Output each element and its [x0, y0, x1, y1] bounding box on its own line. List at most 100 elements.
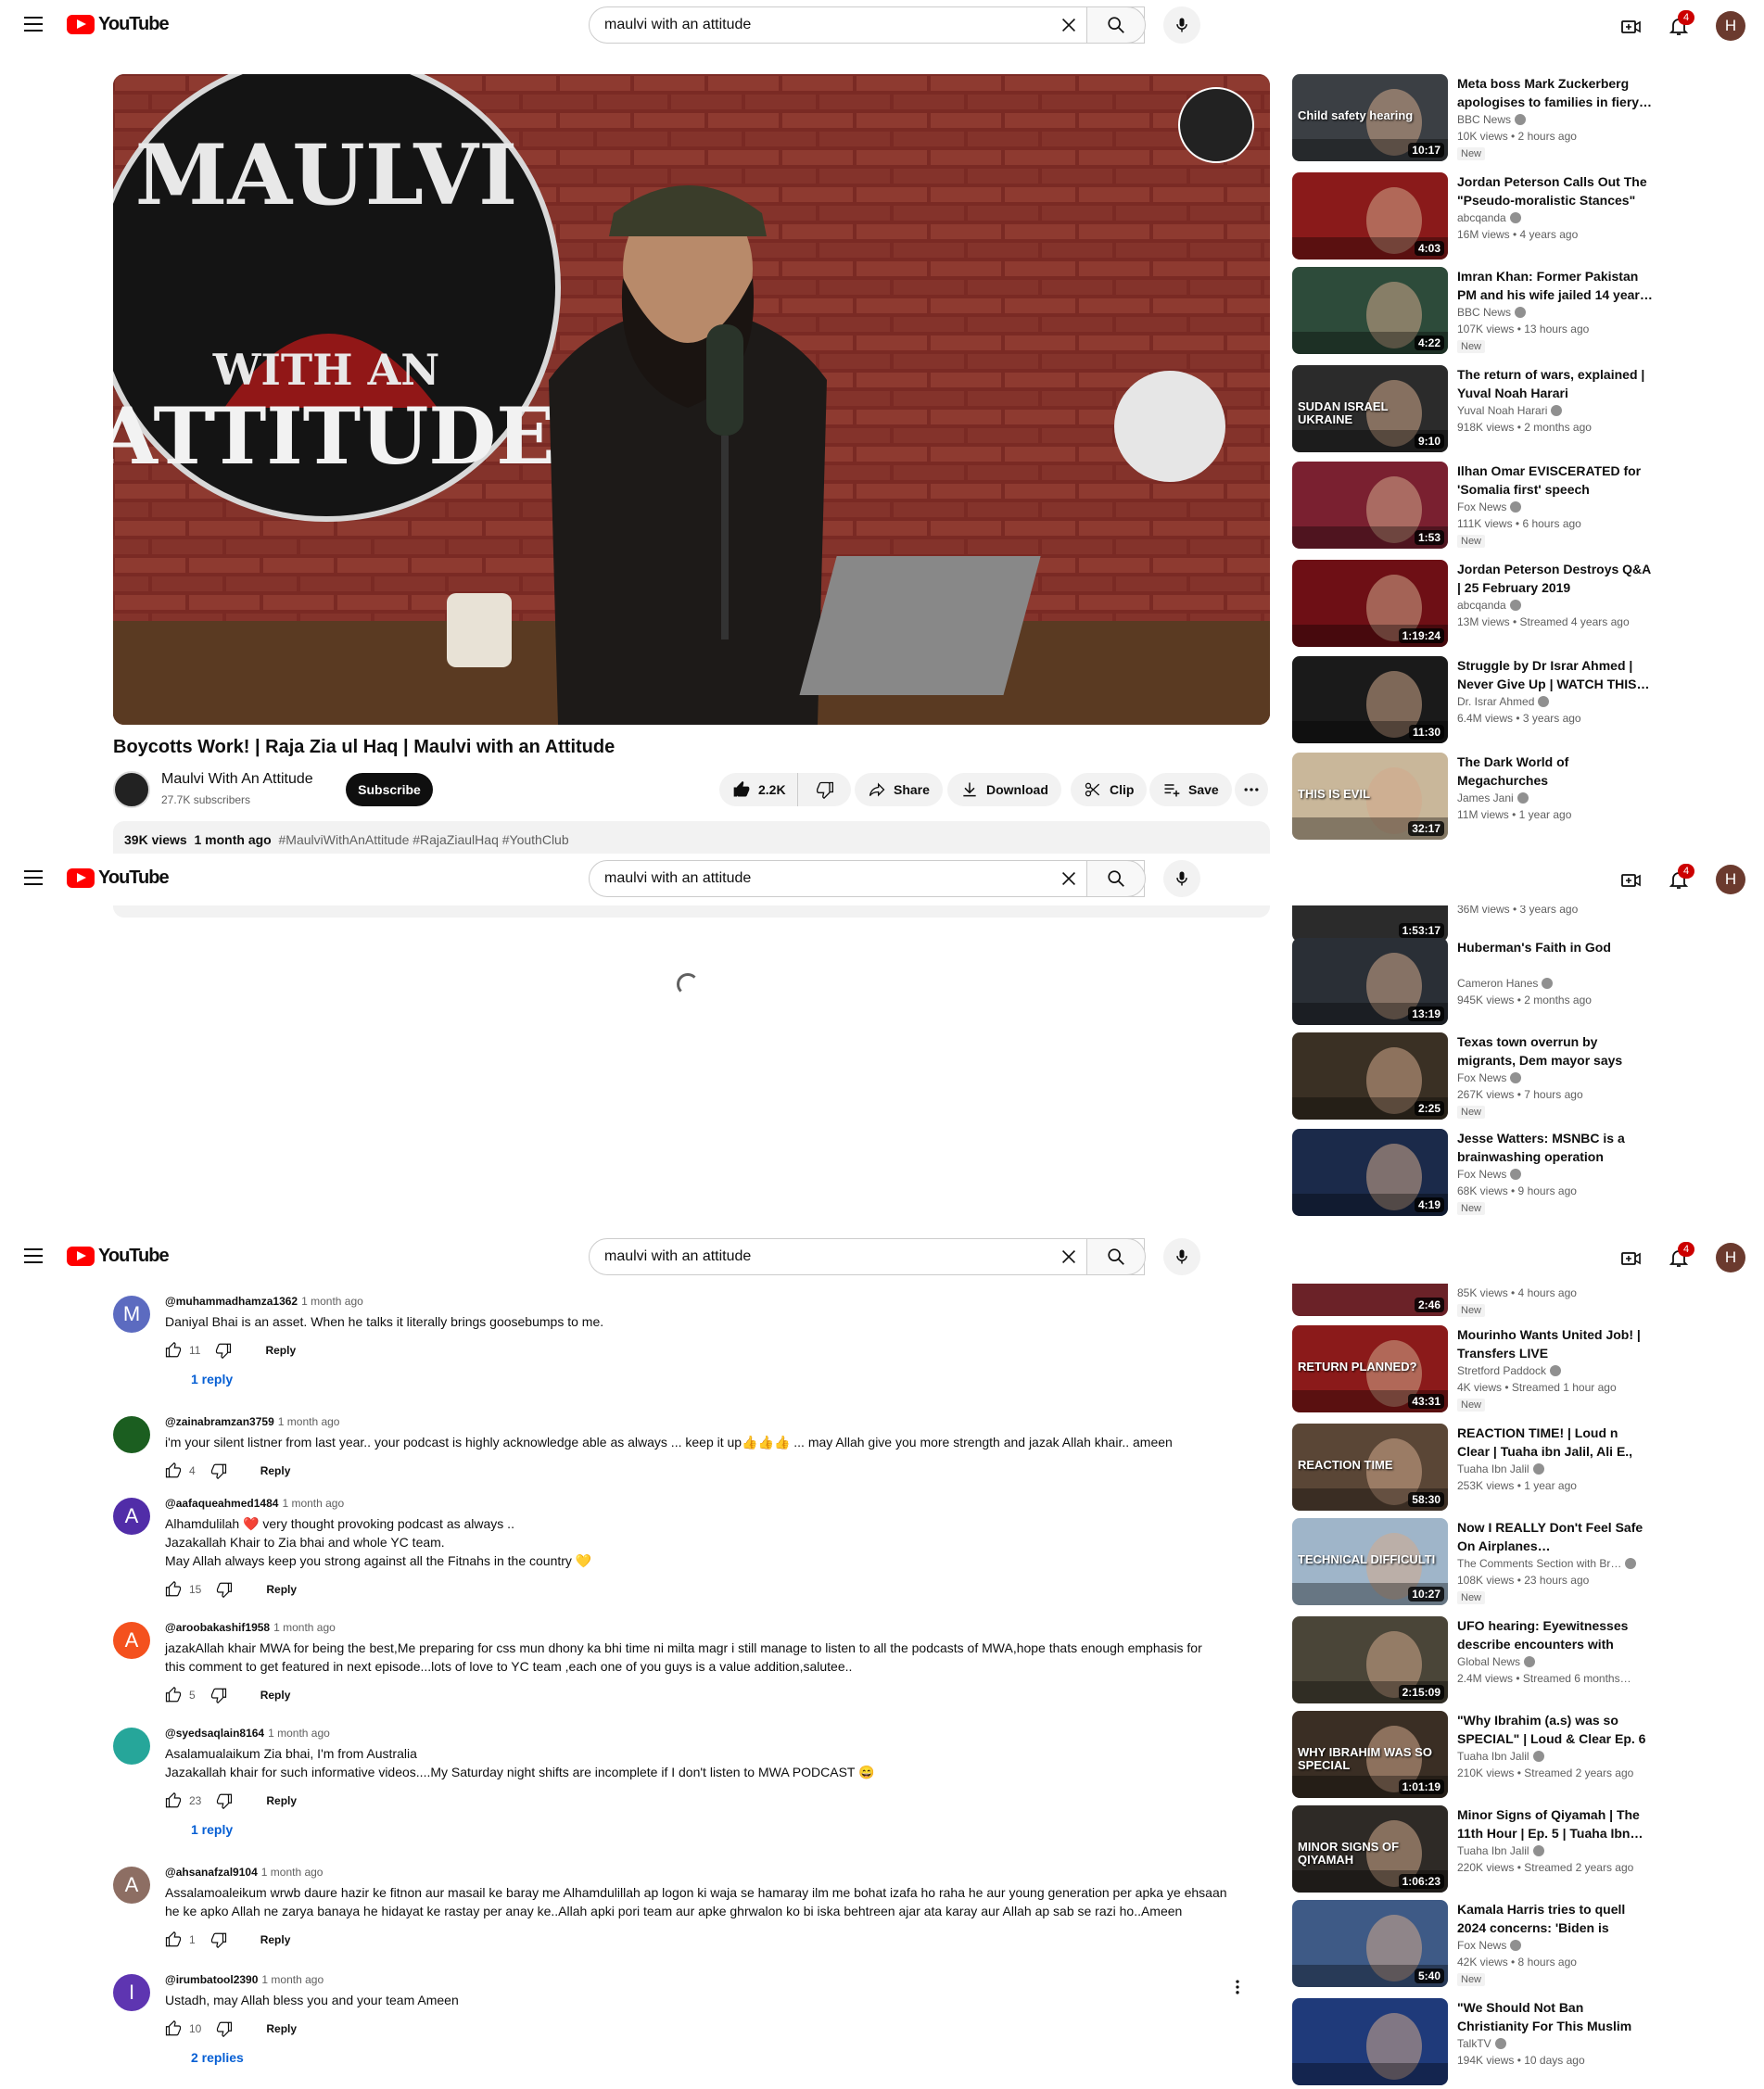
recommended-video[interactable]: 13:19 Huberman's Faith in God Cameron Ha…	[1292, 938, 1756, 1029]
video-thumbnail[interactable]: Child safety hearing 10:17	[1292, 74, 1448, 161]
comment-avatar[interactable]: A	[113, 1498, 150, 1535]
recommended-channel[interactable]: BBC News	[1457, 306, 1654, 319]
recommended-title[interactable]: Meta boss Mark Zuckerberg apologises to …	[1457, 74, 1654, 111]
comment-author[interactable]: @irumbatool2390 1 month ago	[165, 1972, 324, 1986]
video-thumbnail[interactable]: 1:19:24	[1292, 560, 1448, 647]
recommended-title[interactable]: The return of wars, explained | Yuval No…	[1457, 365, 1654, 402]
recommended-channel[interactable]: Stretford Paddock	[1457, 1364, 1654, 1377]
thumb-down-icon[interactable]	[210, 1687, 227, 1703]
recommended-video[interactable]: MINOR SIGNS OF QIYAMAH 1:06:23 Minor Sig…	[1292, 1805, 1756, 1896]
recommended-video[interactable]: 4:03 Jordan Peterson Calls Out The "Pseu…	[1292, 172, 1756, 263]
recommended-video[interactable]: 4:22 Imran Khan: Former Pakistan PM and …	[1292, 267, 1756, 358]
recommended-channel[interactable]: abcqanda	[1457, 211, 1654, 224]
account-avatar[interactable]: H	[1716, 11, 1745, 41]
recommended-title[interactable]: Struggle by Dr Israr Ahmed | Never Give …	[1457, 656, 1654, 693]
clear-search-icon[interactable]	[1059, 15, 1079, 35]
thumb-up-icon[interactable]	[165, 1462, 182, 1479]
clear-search-icon[interactable]	[1059, 1247, 1079, 1267]
thumb-up-icon[interactable]	[165, 1931, 182, 1948]
save-button[interactable]: Save	[1149, 773, 1232, 806]
youtube-logo[interactable]: YouTube	[67, 867, 170, 889]
recommended-video[interactable]: 1:19:24 Jordan Peterson Destroys Q&A | 2…	[1292, 560, 1756, 651]
voice-search-button[interactable]	[1163, 1238, 1200, 1275]
recommended-title[interactable]: Jordan Peterson Destroys Q&A | 25 Februa…	[1457, 560, 1654, 597]
video-thumbnail[interactable]: 1:53:17	[1292, 901, 1448, 942]
view-replies-button[interactable]: 2 replies	[191, 2050, 244, 2065]
account-avatar[interactable]: H	[1716, 865, 1745, 894]
recommended-title[interactable]: The Dark World of Megachurches	[1457, 753, 1654, 790]
video-thumbnail[interactable]: 4:03	[1292, 172, 1448, 260]
recommended-title[interactable]: Mourinho Wants United Job! | Transfers L…	[1457, 1325, 1654, 1362]
recommended-channel[interactable]: Tuaha Ibn Jalil	[1457, 1462, 1654, 1475]
recommended-video[interactable]: 2:15:09 UFO hearing: Eyewitnesses descri…	[1292, 1616, 1756, 1707]
voice-search-button[interactable]	[1163, 860, 1200, 897]
video-thumbnail[interactable]: WHY IBRAHIM WAS SO SPECIAL 1:01:19	[1292, 1711, 1448, 1798]
recommended-video[interactable]: REACTION TIME 58:30 REACTION TIME! | Lou…	[1292, 1424, 1756, 1514]
hashtags[interactable]: #MaulviWithAnAttitude #RajaZiaulHaq #You…	[279, 832, 569, 847]
clear-search-icon[interactable]	[1059, 868, 1079, 889]
recommended-video[interactable]: SUDAN ISRAEL UKRAINE 9:10 The return of …	[1292, 365, 1756, 456]
video-player[interactable]: MAULVI WITH AN ATTITUDE	[113, 74, 1270, 725]
recommended-video[interactable]: 5:40 Kamala Harris tries to quell 2024 c…	[1292, 1900, 1756, 1991]
share-button[interactable]: Share	[855, 773, 943, 806]
recommended-channel[interactable]: abcqanda	[1457, 599, 1654, 612]
thumb-up-icon[interactable]	[165, 1581, 182, 1598]
video-thumbnail[interactable]: 1:53	[1292, 462, 1448, 549]
clip-button[interactable]: Clip	[1071, 773, 1148, 806]
recommended-title[interactable]: Imran Khan: Former Pakistan PM and his w…	[1457, 267, 1654, 304]
video-thumbnail[interactable]: THIS IS EVIL 32:17	[1292, 753, 1448, 840]
recommended-title[interactable]: REACTION TIME! | Loud n Clear | Tuaha ib…	[1457, 1424, 1654, 1461]
recommended-video[interactable]: WHY IBRAHIM WAS SO SPECIAL 1:01:19 "Why …	[1292, 1711, 1756, 1802]
recommended-channel[interactable]: Global News	[1457, 1655, 1654, 1668]
thumb-down-icon[interactable]	[210, 1462, 227, 1479]
comment-author[interactable]: @aafaqueahmed1484 1 month ago	[165, 1496, 344, 1510]
video-thumbnail[interactable]: 2:15:09	[1292, 1616, 1448, 1703]
video-thumbnail[interactable]: RETURN PLANNED? 43:31	[1292, 1325, 1448, 1412]
comment-avatar[interactable]: I	[113, 1974, 150, 2011]
comment-author[interactable]: @zainabramzan3759 1 month ago	[165, 1414, 339, 1428]
recommended-channel[interactable]: Fox News	[1457, 500, 1654, 513]
create-video-icon[interactable]	[1620, 16, 1643, 38]
recommended-title[interactable]: Now I REALLY Don't Feel Safe On Airplane…	[1457, 1518, 1654, 1555]
recommended-channel[interactable]: James Jani	[1457, 791, 1654, 804]
video-thumbnail[interactable]: REACTION TIME 58:30	[1292, 1424, 1448, 1511]
recommended-video[interactable]: 4:19 Jesse Watters: MSNBC is a brainwash…	[1292, 1129, 1756, 1220]
recommended-title[interactable]: Kamala Harris tries to quell 2024 concer…	[1457, 1900, 1654, 1937]
thumb-down-icon[interactable]	[210, 1931, 227, 1948]
recommended-channel[interactable]: TalkTV	[1457, 2037, 1654, 2050]
reply-button[interactable]: Reply	[266, 1794, 297, 1807]
download-button[interactable]: Download	[947, 773, 1061, 806]
recommended-channel[interactable]: Tuaha Ibn Jalil	[1457, 1750, 1654, 1763]
recommended-channel[interactable]: The Comments Section with Br…	[1457, 1557, 1654, 1570]
dislike-button[interactable]	[797, 773, 851, 806]
thumb-down-icon[interactable]	[216, 1581, 233, 1598]
recommended-title[interactable]: UFO hearing: Eyewitnesses describe encou…	[1457, 1616, 1654, 1653]
youtube-logo[interactable]: YouTube	[67, 1246, 170, 1267]
comment-author[interactable]: @aroobakashif1958 1 month ago	[165, 1620, 336, 1634]
recommended-title[interactable]: Jordan Peterson Calls Out The "Pseudo-mo…	[1457, 172, 1654, 209]
view-replies-button[interactable]: 1 reply	[191, 1372, 233, 1386]
thumb-down-icon[interactable]	[216, 2020, 233, 2037]
comment-author[interactable]: @muhammadhamza1362 1 month ago	[165, 1294, 363, 1308]
recommended-channel[interactable]: Yuval Noah Harari	[1457, 404, 1654, 417]
comment-avatar[interactable]: A	[113, 1622, 150, 1659]
recommended-video[interactable]: 2:25 Texas town overrun by migrants, Dem…	[1292, 1032, 1756, 1123]
comment-avatar[interactable]	[113, 1728, 150, 1765]
search-button[interactable]	[1086, 1238, 1146, 1275]
recommended-channel[interactable]: Dr. Israr Ahmed	[1457, 695, 1654, 708]
comment-avatar[interactable]: M	[113, 1296, 150, 1333]
recommended-title[interactable]: Texas town overrun by migrants, Dem mayo…	[1457, 1032, 1654, 1070]
create-video-icon[interactable]	[1620, 1247, 1643, 1270]
recommended-channel[interactable]: Fox News	[1457, 1168, 1654, 1181]
recommended-channel[interactable]: BBC News	[1457, 113, 1654, 126]
search-button[interactable]	[1086, 860, 1146, 897]
youtube-logo[interactable]: YouTube	[67, 14, 170, 35]
reply-button[interactable]: Reply	[260, 1464, 291, 1477]
comment-more-icon[interactable]	[1228, 1978, 1247, 1996]
thumb-up-icon[interactable]	[165, 1687, 182, 1703]
thumb-down-icon[interactable]	[216, 1792, 233, 1809]
reply-button[interactable]: Reply	[260, 1689, 291, 1702]
comment-avatar[interactable]: A	[113, 1867, 150, 1904]
reply-button[interactable]: Reply	[265, 1344, 296, 1357]
recommended-title[interactable]: "We Should Not Ban Christianity For This…	[1457, 1998, 1654, 2035]
